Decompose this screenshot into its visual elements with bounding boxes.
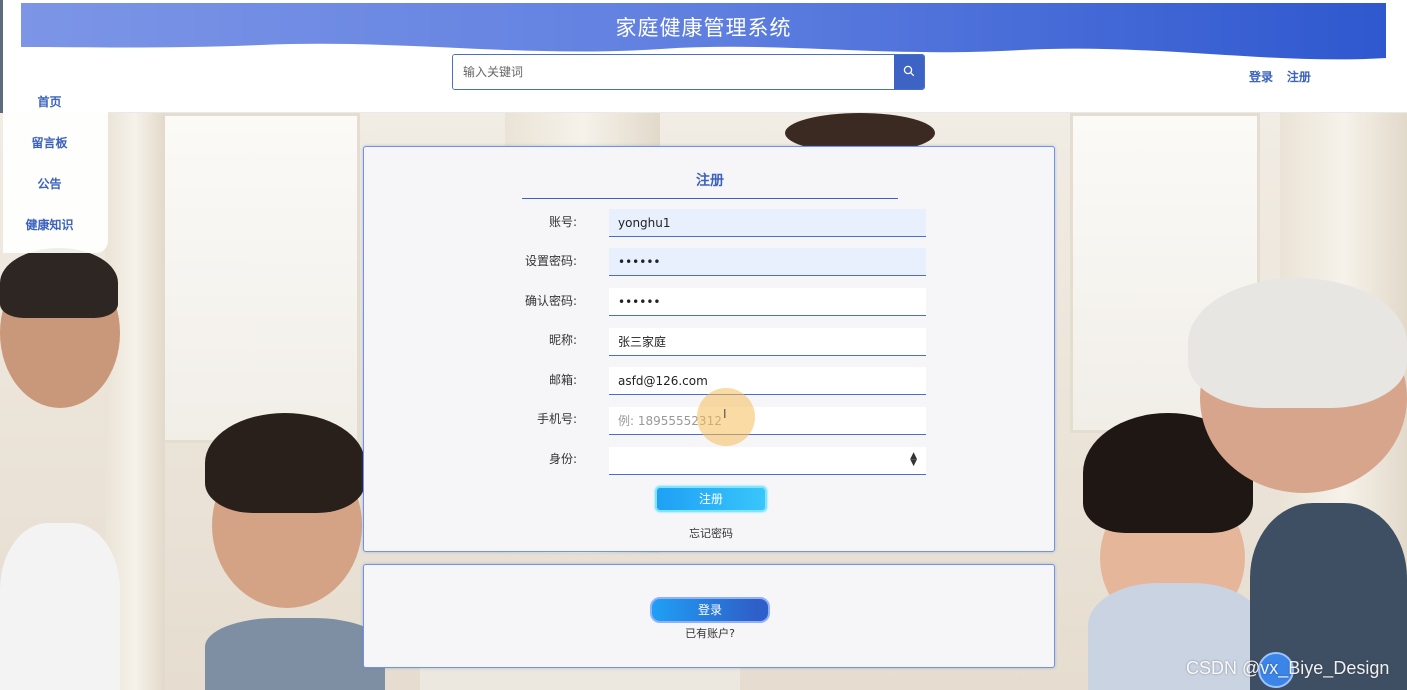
phone-label: 手机号: [536,412,577,426]
form-title: 注册 [522,170,898,199]
password-label: 设置密码: [524,254,577,268]
search-icon [903,65,915,80]
login-link[interactable]: 登录 [1249,70,1273,84]
forgot-password-link[interactable]: 忘记密码 [655,525,767,541]
role-select[interactable]: ▲ ▼ [609,447,926,475]
sidebar-item-message-board[interactable]: 留言板 [3,134,96,151]
nickname-label: 昵称: [548,333,577,347]
sidebar-item-health-knowledge[interactable]: 健康知识 [3,216,96,233]
page-title: 家庭健康管理系统 [615,16,792,40]
search-input[interactable] [453,55,895,89]
register-link[interactable]: 注册 [1287,70,1311,84]
register-form: 注册 账号: 设置密码: 确认密码: 昵称: 邮箱: 手机号: 身份: ▲▼ I… [363,146,1055,552]
auth-links: 登录 注册 [1249,68,1321,85]
confirm-password-field[interactable] [609,288,926,316]
login-button[interactable]: 登录 [650,597,770,623]
login-panel: 登录 已有账户? [363,564,1055,668]
phone-field[interactable] [609,407,926,435]
email-field[interactable] [609,367,926,395]
watermark: CSDN @vx_Biye_Design [1186,658,1390,678]
confirm-password-label: 确认密码: [524,294,577,308]
search-button[interactable] [894,55,924,89]
account-label: 账号: [548,215,577,229]
role-label: 身份: [548,452,577,466]
email-label: 邮箱: [548,373,577,387]
sidebar-item-announcements[interactable]: 公告 [3,175,96,192]
account-field[interactable] [609,209,926,237]
password-field[interactable] [609,248,926,276]
register-button[interactable]: 注册 [655,486,767,512]
nickname-field[interactable] [609,328,926,356]
header-bar: 家庭健康管理系统 登录 注册 [0,0,1407,113]
search-box [452,54,925,90]
sidebar-nav: 首页 留言板 公告 健康知识 [3,90,108,253]
sidebar-item-home[interactable]: 首页 [3,93,96,110]
select-arrows-icon: ▲ ▼ [910,451,917,468]
has-account-text: 已有账户? [685,627,735,640]
